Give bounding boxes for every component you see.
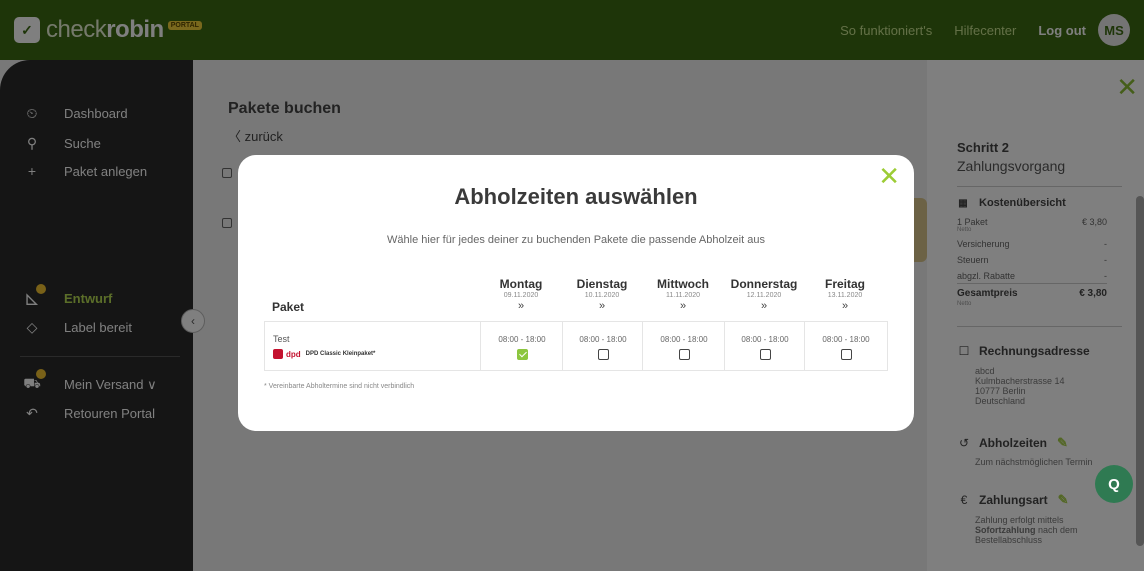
slot-monday: 08:00 - 18:00 [481,335,563,360]
slot-thursday: 08:00 - 18:00 [725,335,805,360]
chevron-down-icon: » [760,300,768,312]
slot-wednesday: 08:00 - 18:00 [643,335,725,360]
pickup-table: Paket Montag 09.11.2020 » Dienstag 10.11… [264,271,888,371]
carrier-info: dpd DPD Classic Kleinpaket* [273,349,375,359]
slot-checkbox-monday[interactable] [516,349,528,360]
carrier-logo: dpd [286,349,301,359]
day-header-wednesday[interactable]: Mittwoch 11.11.2020 » [642,277,724,312]
table-row: Test dpd DPD Classic Kleinpaket* 08:00 -… [264,321,888,371]
pickup-times-modal: ✕ Abholzeiten auswählen Wähle hier für j… [238,155,914,431]
day-header-monday[interactable]: Montag 09.11.2020 » [480,277,562,312]
chevron-down-icon: » [598,300,606,312]
column-header-package: Paket [272,300,305,314]
day-header-friday[interactable]: Freitag 13.11.2020 » [804,277,886,312]
table-header: Paket Montag 09.11.2020 » Dienstag 10.11… [264,271,888,321]
slot-tuesday: 08:00 - 18:00 [563,335,643,360]
package-name: Test [273,334,290,344]
carrier-product: DPD Classic Kleinpaket* [305,351,376,357]
modal-title: Abholzeiten auswählen [454,184,698,209]
modal-description: Wähle hier für jedes deiner zu buchenden… [387,234,765,246]
chevron-down-icon: » [517,300,525,312]
slot-friday: 08:00 - 18:00 [805,335,887,360]
chat-button[interactable]: Q [1095,465,1133,503]
slot-checkbox-wednesday[interactable] [678,349,690,360]
slot-checkbox-friday[interactable] [840,349,852,360]
slot-checkbox-thursday[interactable] [759,349,771,360]
day-header-thursday[interactable]: Donnerstag 12.11.2020 » [724,277,804,312]
dpd-logo-icon [273,349,283,359]
chevron-down-icon: » [679,300,687,312]
footnote: * Vereinbarte Abholtermine sind nicht ve… [264,383,415,390]
slot-checkbox-tuesday[interactable] [597,349,609,360]
day-header-tuesday[interactable]: Dienstag 10.11.2020 » [562,277,642,312]
chevron-down-icon: » [841,300,849,312]
